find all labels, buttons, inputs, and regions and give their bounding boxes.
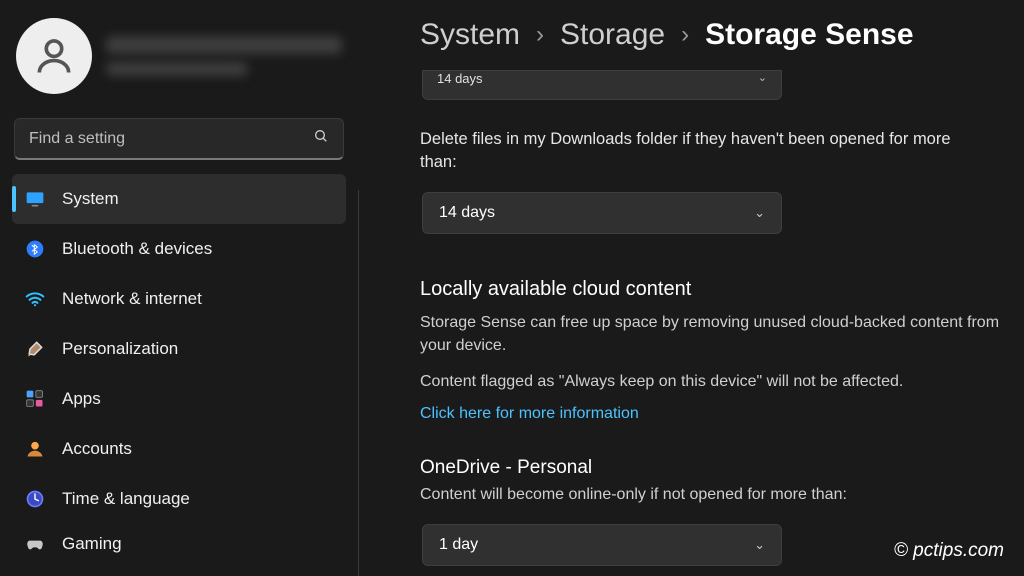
person-icon: [24, 438, 46, 460]
onedrive-dropdown[interactable]: 1 day ⌄: [422, 524, 782, 566]
search-input[interactable]: [29, 130, 313, 148]
sidebar-nav: System Bluetooth & devices Network & int…: [8, 174, 350, 564]
breadcrumb-system[interactable]: System: [420, 18, 520, 52]
chevron-down-icon: ⌄: [754, 537, 765, 553]
cloud-content-more-info-link[interactable]: Click here for more information: [420, 405, 639, 423]
sidebar-item-label: Accounts: [62, 439, 132, 459]
paintbrush-icon: [24, 338, 46, 360]
chevron-right-icon: ›: [536, 21, 544, 49]
account-name-redacted: [106, 36, 342, 76]
watermark: © pctips.com: [894, 540, 1004, 562]
display-icon: [24, 188, 46, 210]
onedrive-title: OneDrive - Personal: [420, 457, 1002, 479]
cloud-content-desc-2: Content flagged as "Always keep on this …: [420, 370, 1002, 393]
sidebar-item-gaming[interactable]: Gaming: [12, 524, 346, 564]
avatar: [16, 18, 92, 94]
settings-search[interactable]: [14, 118, 344, 160]
cloud-content-desc-1: Storage Sense can free up space by remov…: [420, 311, 1002, 357]
sidebar-item-label: Network & internet: [62, 289, 202, 309]
sidebar-item-bluetooth[interactable]: Bluetooth & devices: [12, 224, 346, 274]
downloads-label: Delete files in my Downloads folder if t…: [420, 128, 980, 174]
sidebar-item-label: Time & language: [62, 489, 190, 509]
downloads-dropdown[interactable]: 14 days ⌄: [422, 192, 782, 234]
dropdown-value: 14 days: [437, 71, 483, 86]
gamepad-icon: [24, 533, 46, 555]
cloud-content-title: Locally available cloud content: [420, 278, 1002, 301]
sidebar-item-label: System: [62, 189, 119, 209]
bluetooth-icon: [24, 238, 46, 260]
search-icon: [313, 128, 329, 149]
account-profile[interactable]: [8, 12, 350, 110]
chevron-right-icon: ›: [681, 21, 689, 49]
chevron-down-icon: ⌄: [758, 71, 767, 84]
breadcrumb-storage-sense: Storage Sense: [705, 18, 913, 52]
breadcrumb: System › Storage › Storage Sense: [420, 18, 1002, 52]
sidebar: System Bluetooth & devices Network & int…: [0, 0, 360, 576]
sidebar-item-apps[interactable]: Apps: [12, 374, 346, 424]
sidebar-item-label: Apps: [62, 389, 101, 409]
clock-globe-icon: [24, 488, 46, 510]
dropdown-value: 1 day: [439, 536, 478, 554]
dropdown-value: 14 days: [439, 204, 495, 222]
main-content: System › Storage › Storage Sense 14 days…: [360, 0, 1024, 576]
onedrive-label: Content will become online-only if not o…: [420, 483, 1002, 506]
recycle-bin-dropdown-truncated[interactable]: 14 days ⌄: [422, 70, 782, 100]
sidebar-item-network[interactable]: Network & internet: [12, 274, 346, 324]
apps-icon: [24, 388, 46, 410]
chevron-down-icon: ⌄: [754, 205, 765, 221]
sidebar-item-personalization[interactable]: Personalization: [12, 324, 346, 374]
wifi-icon: [24, 288, 46, 310]
sidebar-item-label: Gaming: [62, 534, 122, 554]
sidebar-item-label: Personalization: [62, 339, 178, 359]
sidebar-item-time-language[interactable]: Time & language: [12, 474, 346, 524]
vertical-divider: [358, 190, 359, 576]
breadcrumb-storage[interactable]: Storage: [560, 18, 665, 52]
sidebar-item-system[interactable]: System: [12, 174, 346, 224]
sidebar-item-accounts[interactable]: Accounts: [12, 424, 346, 474]
sidebar-item-label: Bluetooth & devices: [62, 239, 212, 259]
